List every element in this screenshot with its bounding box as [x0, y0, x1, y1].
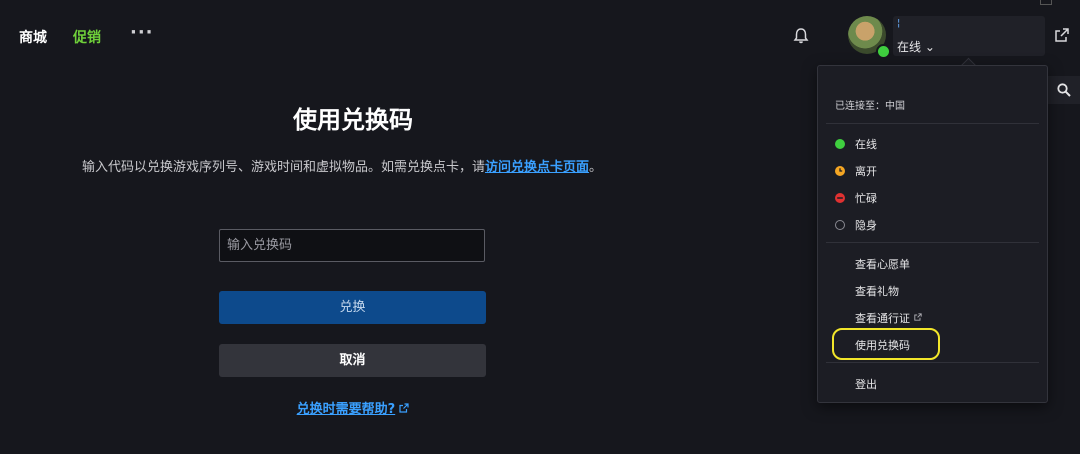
search-icon: [1057, 83, 1071, 97]
user-name: ¦: [897, 18, 901, 29]
status-busy[interactable]: 忙碌: [835, 190, 877, 206]
clock-icon: [835, 166, 845, 176]
online-status-dot: [876, 44, 891, 59]
cancel-button[interactable]: 取消: [219, 344, 486, 377]
external-link-icon: [913, 313, 922, 321]
redeem-code-input[interactable]: [219, 229, 485, 262]
page-title: 使用兑换码: [293, 106, 413, 134]
top-bar: 商城 促销 ··· ¦ 在线 ⌄: [0, 0, 1080, 72]
external-link-icon: [399, 403, 409, 413]
menu-divider: [826, 242, 1039, 243]
menu-divider: [826, 123, 1039, 124]
online-dot-icon: [835, 139, 845, 149]
search-button[interactable]: [1048, 76, 1080, 104]
menu-item-passes[interactable]: 查看通行证: [855, 310, 922, 326]
menu-item-gifts[interactable]: 查看礼物: [855, 283, 899, 299]
status-invisible-label: 隐身: [855, 219, 877, 232]
nav-sale[interactable]: 促销: [73, 27, 101, 47]
bell-icon[interactable]: [792, 27, 810, 45]
nav-store[interactable]: 商城: [19, 27, 47, 47]
status-online-label: 在线: [855, 138, 877, 151]
invisible-ring-icon: [835, 220, 845, 230]
nav-more-button[interactable]: ···: [130, 22, 154, 43]
status-busy-label: 忙碌: [855, 192, 877, 205]
menu-item-passes-label: 查看通行证: [855, 312, 910, 325]
status-away[interactable]: 离开: [835, 163, 877, 179]
redeem-balance-card-link[interactable]: 访问兑换点卡页面: [485, 160, 589, 175]
busy-icon: [835, 193, 845, 203]
help-link[interactable]: 兑换时需要帮助?: [0, 398, 706, 417]
user-status-label: 在线 ⌄: [897, 40, 935, 54]
connection-region: 已连接至：中国: [835, 101, 905, 112]
status-invisible[interactable]: 隐身: [835, 217, 877, 233]
description-text: 输入代码以兑换游戏序列号、游戏时间和虚拟物品。如需兑换点卡，请: [82, 160, 486, 175]
help-link-label: 兑换时需要帮助?: [296, 402, 396, 417]
menu-item-logout[interactable]: 登出: [855, 376, 877, 392]
highlight-annotation: [832, 328, 940, 360]
user-status-button[interactable]: ¦ 在线 ⌄: [893, 16, 1045, 56]
status-away-label: 离开: [855, 165, 877, 178]
description-suffix: 。: [589, 160, 603, 175]
page-description: 输入代码以兑换游戏序列号、游戏时间和虚拟物品。如需兑换点卡，请访问兑换点卡页面。: [82, 156, 602, 175]
menu-divider: [826, 362, 1039, 363]
window-control-icon[interactable]: [1040, 0, 1052, 5]
menu-item-wishlist[interactable]: 查看心愿单: [855, 256, 910, 272]
external-link-icon[interactable]: [1054, 27, 1070, 43]
redeem-button[interactable]: 兑换: [219, 291, 486, 324]
status-online[interactable]: 在线: [835, 136, 877, 152]
